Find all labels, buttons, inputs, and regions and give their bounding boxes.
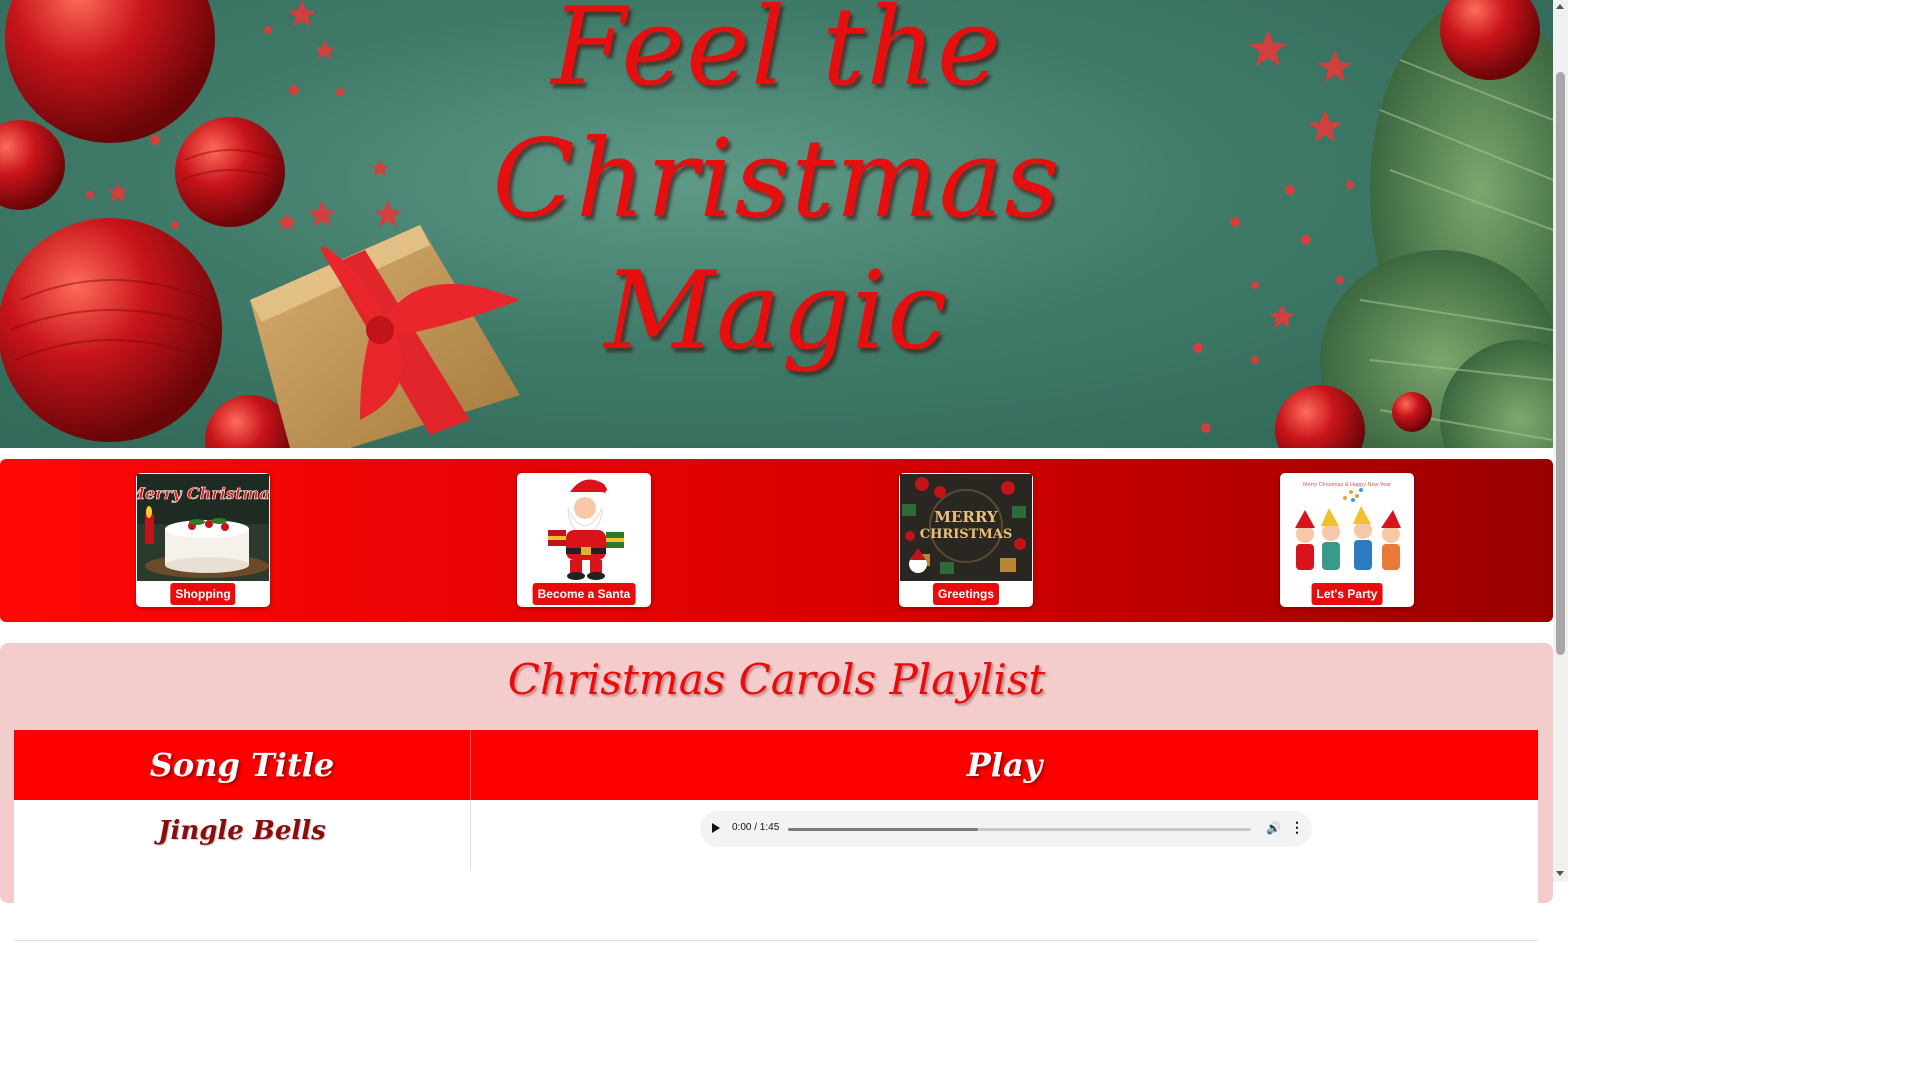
song-title-cell: Jingle Bells: [14, 800, 471, 870]
nav-card-shopping[interactable]: Merry Christmas Shopping: [136, 473, 270, 607]
greeting-merry-text: MERRY: [934, 508, 998, 526]
audio-player[interactable]: 0:00 / 1:45 🔊 ⋮: [700, 811, 1312, 847]
ornament-ball: [1392, 392, 1432, 432]
nav-card-party[interactable]: Merry Christmas & Happy New Year Let's P…: [1280, 473, 1414, 607]
become-santa-button[interactable]: Become a Santa: [532, 583, 636, 605]
audio-time: 0:00 / 1:45: [732, 822, 780, 833]
table-row: [14, 870, 1538, 941]
party-image: Merry Christmas & Happy New Year: [1281, 474, 1413, 581]
playlist-title: Christmas Carols Playlist: [507, 655, 1046, 704]
hero-title-line: Christmas: [492, 117, 1061, 242]
scrollbar-thumb[interactable]: [1556, 72, 1565, 655]
feature-nav-band: Merry Christmas Shopping Become: [0, 459, 1553, 622]
scroll-up-arrow-icon[interactable]: [1556, 4, 1564, 9]
greetings-button[interactable]: Greetings: [932, 583, 1000, 605]
greetings-image: MERRY CHRISTMAS: [900, 474, 1032, 581]
hero-title: Feel the Christmas Magic: [0, 0, 1553, 378]
table-header: Song Title Play: [14, 730, 1538, 800]
shopping-button[interactable]: Shopping: [170, 583, 236, 605]
nav-card-santa[interactable]: Become a Santa: [517, 473, 651, 607]
nav-card-greetings[interactable]: MERRY CHRISTMAS Greetings: [899, 473, 1033, 607]
scroll-down-arrow-icon[interactable]: [1556, 871, 1564, 876]
hero-title-line: Feel the: [551, 0, 1002, 110]
volume-icon[interactable]: 🔊: [1266, 821, 1281, 835]
audio-seek-bar[interactable]: [788, 828, 1251, 831]
audio-buffer-bar: [788, 828, 978, 831]
column-header-play: Play: [966, 746, 1043, 784]
play-icon[interactable]: [712, 823, 720, 833]
party-caption-text: Merry Christmas & Happy New Year: [1303, 482, 1391, 488]
hero-title-line: Magic: [604, 249, 949, 374]
santa-image: [518, 474, 650, 581]
page-scrollbar[interactable]: [1553, 0, 1568, 882]
playlist-section: Christmas Carols Playlist Song Title Pla…: [0, 643, 1553, 941]
christmas-cake-image: Merry Christmas: [137, 474, 269, 581]
hero-banner: Feel the Christmas Magic: [0, 0, 1553, 448]
cake-merry-text: Merry Christmas: [137, 484, 269, 503]
lets-party-button[interactable]: Let's Party: [1311, 583, 1383, 605]
column-header-song-title: Song Title: [14, 730, 471, 800]
table-row: Jingle Bells 0:00 / 1:45 🔊 ⋮: [14, 800, 1538, 871]
more-options-icon[interactable]: ⋮: [1290, 819, 1304, 836]
greeting-christmas-text: CHRISTMAS: [920, 527, 1012, 542]
